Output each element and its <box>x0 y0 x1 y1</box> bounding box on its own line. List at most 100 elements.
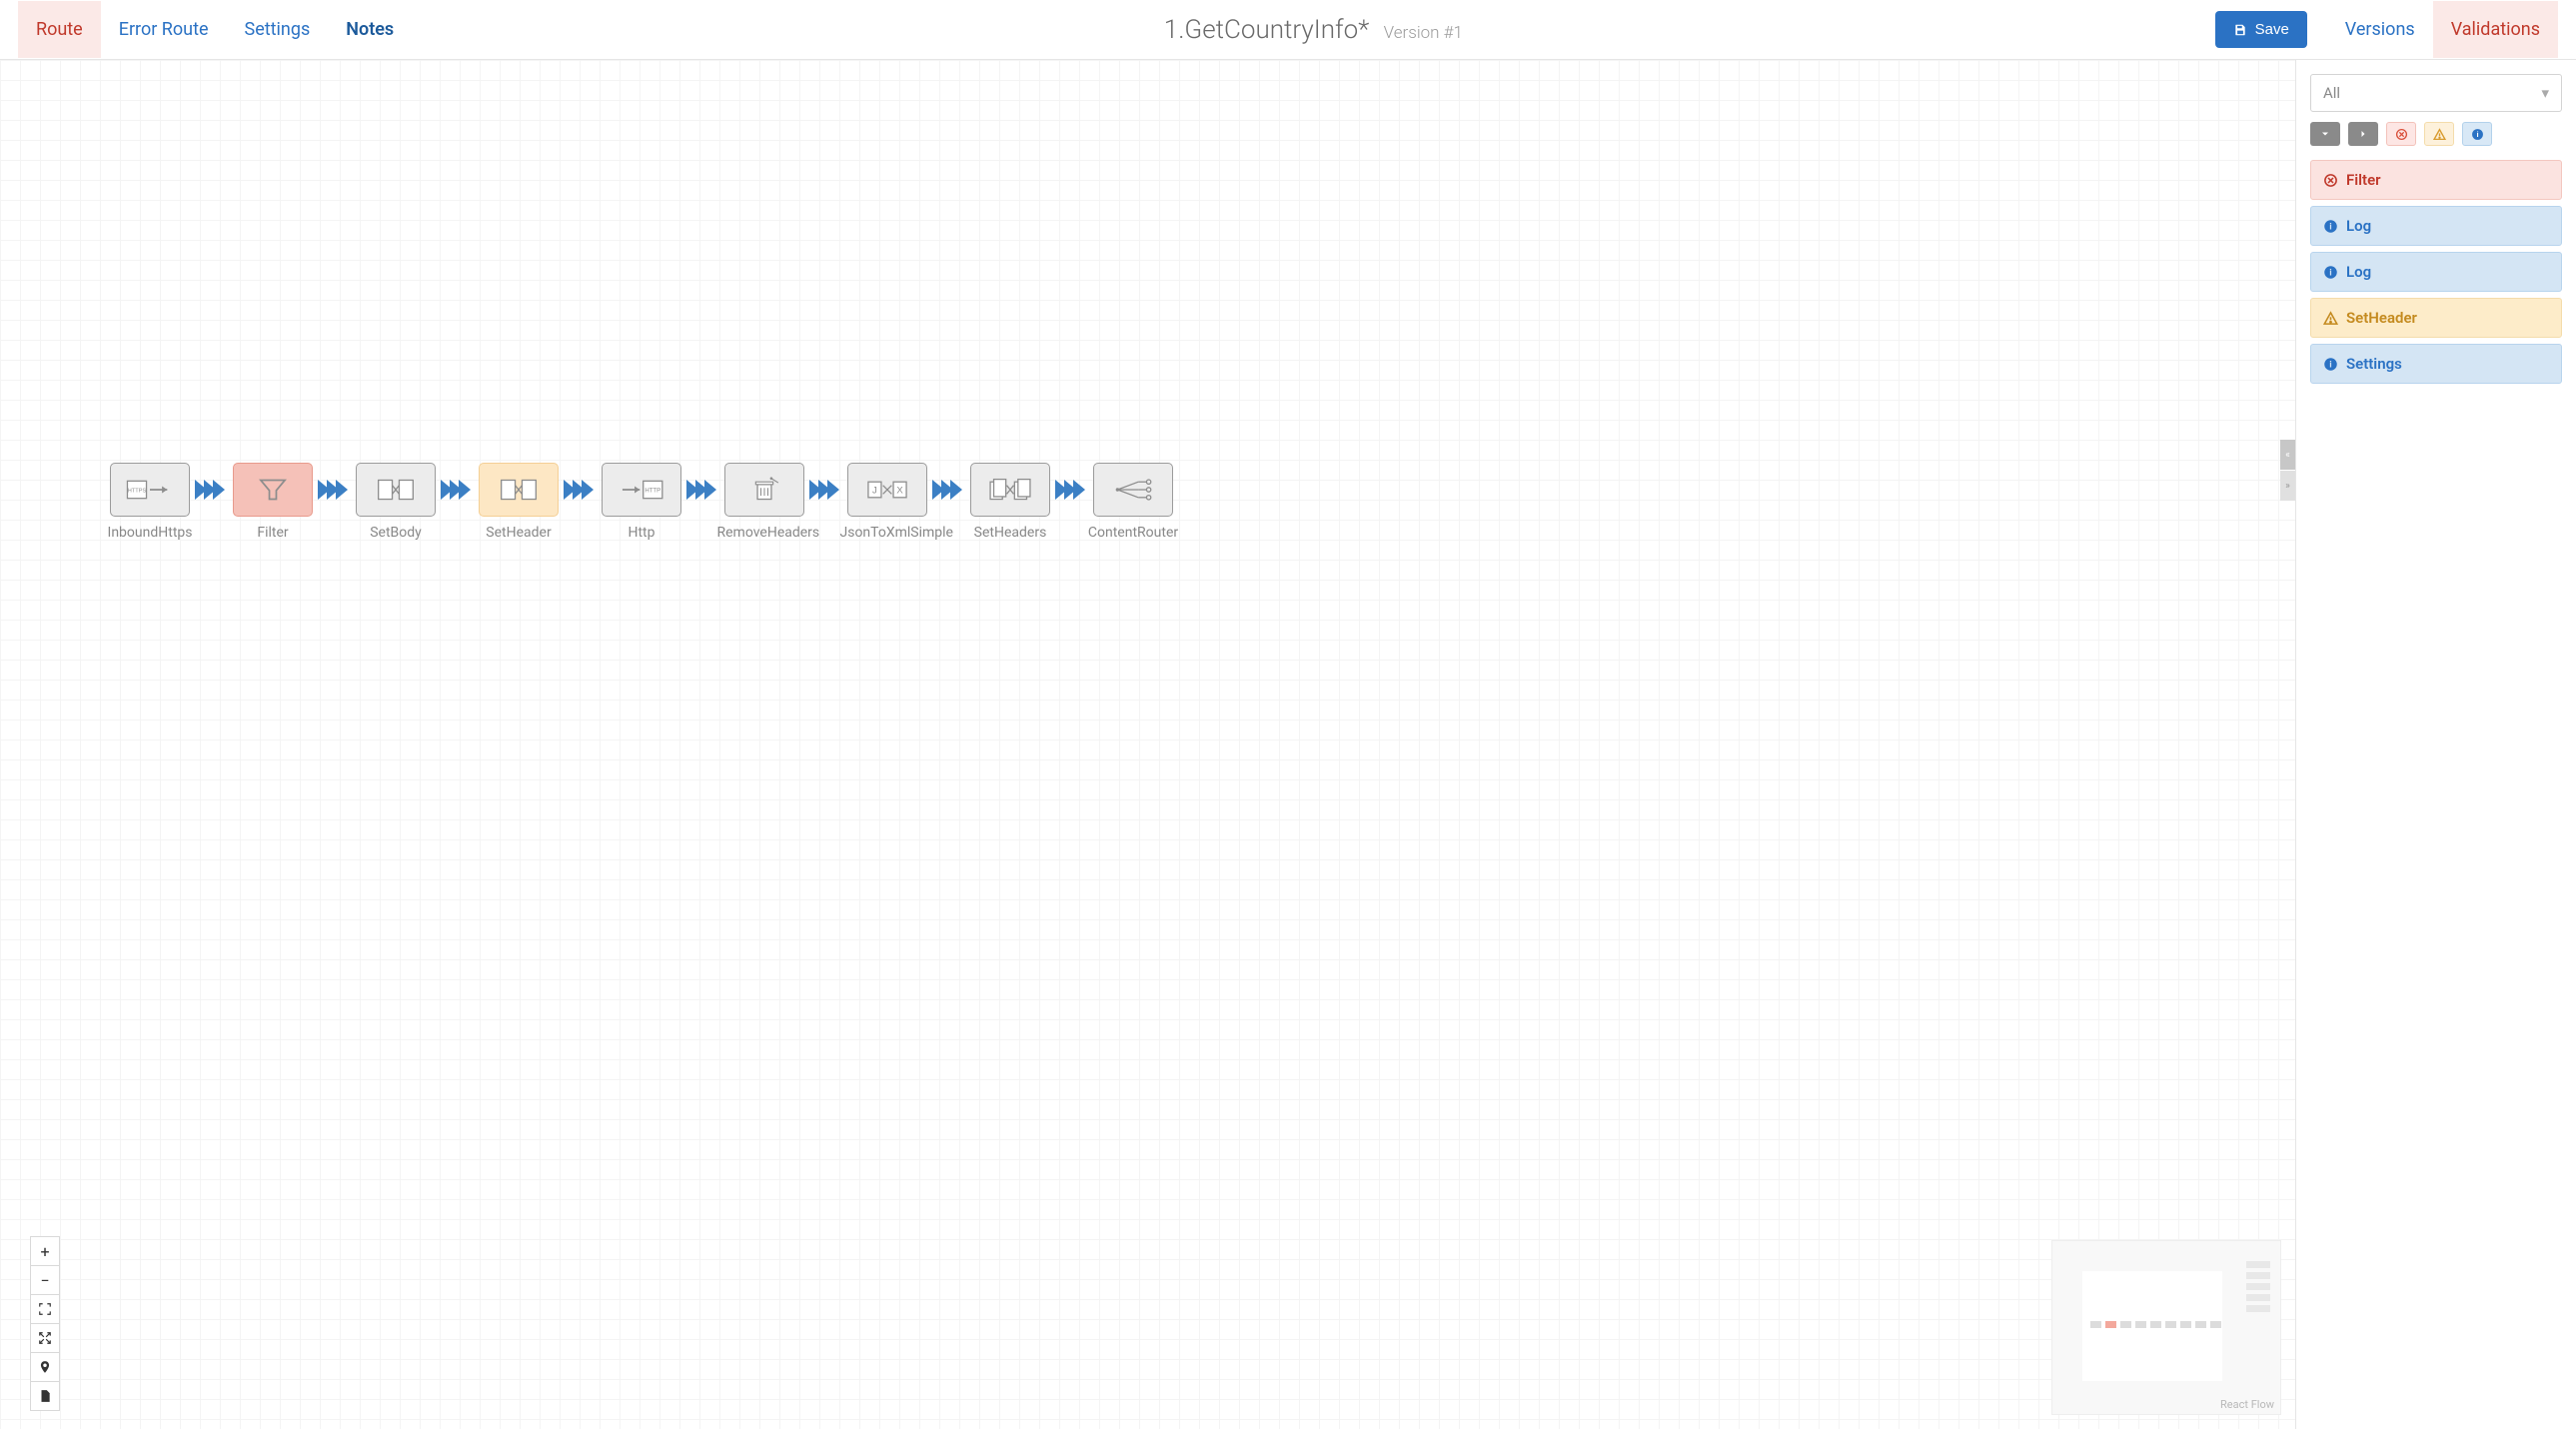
validation-label: Log <box>2346 217 2371 235</box>
validation-item-log2[interactable]: i Log <box>2310 252 2562 292</box>
locate-button[interactable] <box>30 1352 60 1382</box>
validation-item-filter[interactable]: Filter <box>2310 160 2562 200</box>
save-label: Save <box>2255 21 2289 38</box>
panel-collapse: « » <box>2280 440 2295 502</box>
attribution-label: React Flow <box>2220 1398 2274 1411</box>
node-contentrouter[interactable] <box>1093 463 1173 517</box>
connector <box>927 463 970 517</box>
validation-label: Settings <box>2346 355 2402 373</box>
filter-select[interactable]: All ▾ <box>2310 74 2562 112</box>
topbar: Route Error Route Settings Notes 1.GetCo… <box>0 0 2576 60</box>
node-label: Http <box>628 525 654 543</box>
node-jsontoxml[interactable]: J X <box>847 463 927 517</box>
flow-canvas[interactable]: HTTPS InboundHttps <box>0 60 2295 1429</box>
save-icon <box>2233 23 2247 37</box>
jx-icon: J X <box>861 475 913 505</box>
zoom-out-button[interactable]: − <box>30 1265 60 1295</box>
fullscreen-button[interactable] <box>30 1323 60 1353</box>
connector <box>804 463 847 517</box>
connector <box>436 463 479 517</box>
svg-text:i: i <box>2329 221 2331 231</box>
collapse-right-button[interactable]: » <box>2280 471 2295 501</box>
connector <box>681 463 724 517</box>
validation-item-log[interactable]: i Log <box>2310 206 2562 246</box>
flow-row: HTTPS InboundHttps <box>110 463 1173 543</box>
info-icon: i <box>2323 265 2338 280</box>
trash-icon <box>738 475 790 505</box>
file-icon <box>38 1389 52 1403</box>
info-icon: i <box>2323 357 2338 372</box>
canvas-controls: + − <box>30 1237 60 1411</box>
pages-icon <box>370 475 422 505</box>
node-label: RemoveHeaders <box>717 525 812 543</box>
filter-info-button[interactable]: i <box>2462 122 2492 146</box>
tabs-right: Versions Validations <box>2327 1 2558 58</box>
filter-errors-button[interactable] <box>2386 122 2416 146</box>
chevron-right-icon <box>2357 128 2369 140</box>
tab-versions[interactable]: Versions <box>2327 1 2433 58</box>
node-label: SetHeader <box>486 525 551 543</box>
tabs-left: Route Error Route Settings Notes <box>18 1 412 58</box>
save-button[interactable]: Save <box>2215 11 2307 48</box>
connector <box>313 463 356 517</box>
validation-label: SetHeader <box>2346 309 2417 327</box>
node-inboundhttps[interactable]: HTTPS <box>110 463 190 517</box>
expand-all-button[interactable] <box>2310 122 2340 146</box>
chevron-down-icon <box>2319 128 2331 140</box>
svg-text:i: i <box>2329 267 2331 277</box>
info-icon: i <box>2323 219 2338 234</box>
validation-label: Filter <box>2346 171 2381 189</box>
filter-warnings-button[interactable] <box>2424 122 2454 146</box>
https-in-icon: HTTPS <box>124 475 176 505</box>
validation-item-settings[interactable]: i Settings <box>2310 344 2562 384</box>
http-out-icon: HTTP <box>616 475 667 505</box>
connector <box>559 463 602 517</box>
tab-notes[interactable]: Notes <box>328 1 412 58</box>
svg-text:i: i <box>2329 359 2331 369</box>
collapse-left-button[interactable]: « <box>2280 440 2295 470</box>
svg-text:HTTP: HTTP <box>644 489 660 495</box>
validation-item-setheader[interactable]: SetHeader <box>2310 298 2562 338</box>
validation-list: Filter i Log i Log SetHeader i Settings <box>2310 160 2562 384</box>
node-setheaders[interactable] <box>970 463 1050 517</box>
node-label: InboundHttps <box>108 525 193 543</box>
connector <box>1050 463 1093 517</box>
pages-multi-icon <box>984 475 1036 505</box>
tab-validations[interactable]: Validations <box>2433 1 2558 58</box>
node-removeheaders[interactable] <box>724 463 804 517</box>
validation-toolbar: i <box>2310 122 2562 146</box>
tab-route[interactable]: Route <box>18 1 101 58</box>
node-label: SetBody <box>370 525 422 543</box>
validations-panel: All ▾ i <box>2296 60 2576 1429</box>
version-label: Version #1 <box>1384 23 1463 43</box>
fit-icon <box>38 1302 52 1316</box>
document-button[interactable] <box>30 1381 60 1411</box>
page-title: 1.GetCountryInfo* Version #1 <box>412 15 2214 45</box>
svg-text:i: i <box>2476 130 2478 139</box>
fit-view-button[interactable] <box>30 1294 60 1324</box>
node-setbody[interactable] <box>356 463 436 517</box>
node-http[interactable]: HTTP <box>602 463 681 517</box>
info-icon: i <box>2471 128 2484 141</box>
node-filter[interactable] <box>233 463 313 517</box>
node-label: ContentRouter <box>1088 525 1178 543</box>
zoom-in-button[interactable]: + <box>30 1236 60 1266</box>
canvas-wrap: HTTPS InboundHttps <box>0 60 2296 1429</box>
node-setheader[interactable] <box>479 463 559 517</box>
tab-error-route[interactable]: Error Route <box>101 1 227 58</box>
funnel-icon <box>247 475 299 505</box>
warn-icon <box>2433 128 2446 141</box>
next-button[interactable] <box>2348 122 2378 146</box>
node-label: SetHeaders <box>974 525 1047 543</box>
error-icon <box>2395 128 2408 141</box>
node-label: JsonToXmlSimple <box>840 525 935 543</box>
node-label: Filter <box>257 525 288 543</box>
connector <box>190 463 233 517</box>
minimap-viewport <box>2082 1271 2222 1381</box>
svg-text:X: X <box>896 485 903 496</box>
minimap[interactable]: React Flow <box>2051 1240 2281 1415</box>
router-icon <box>1107 475 1159 505</box>
tab-settings[interactable]: Settings <box>227 1 329 58</box>
warn-icon <box>2323 311 2338 326</box>
pin-icon <box>38 1360 52 1374</box>
